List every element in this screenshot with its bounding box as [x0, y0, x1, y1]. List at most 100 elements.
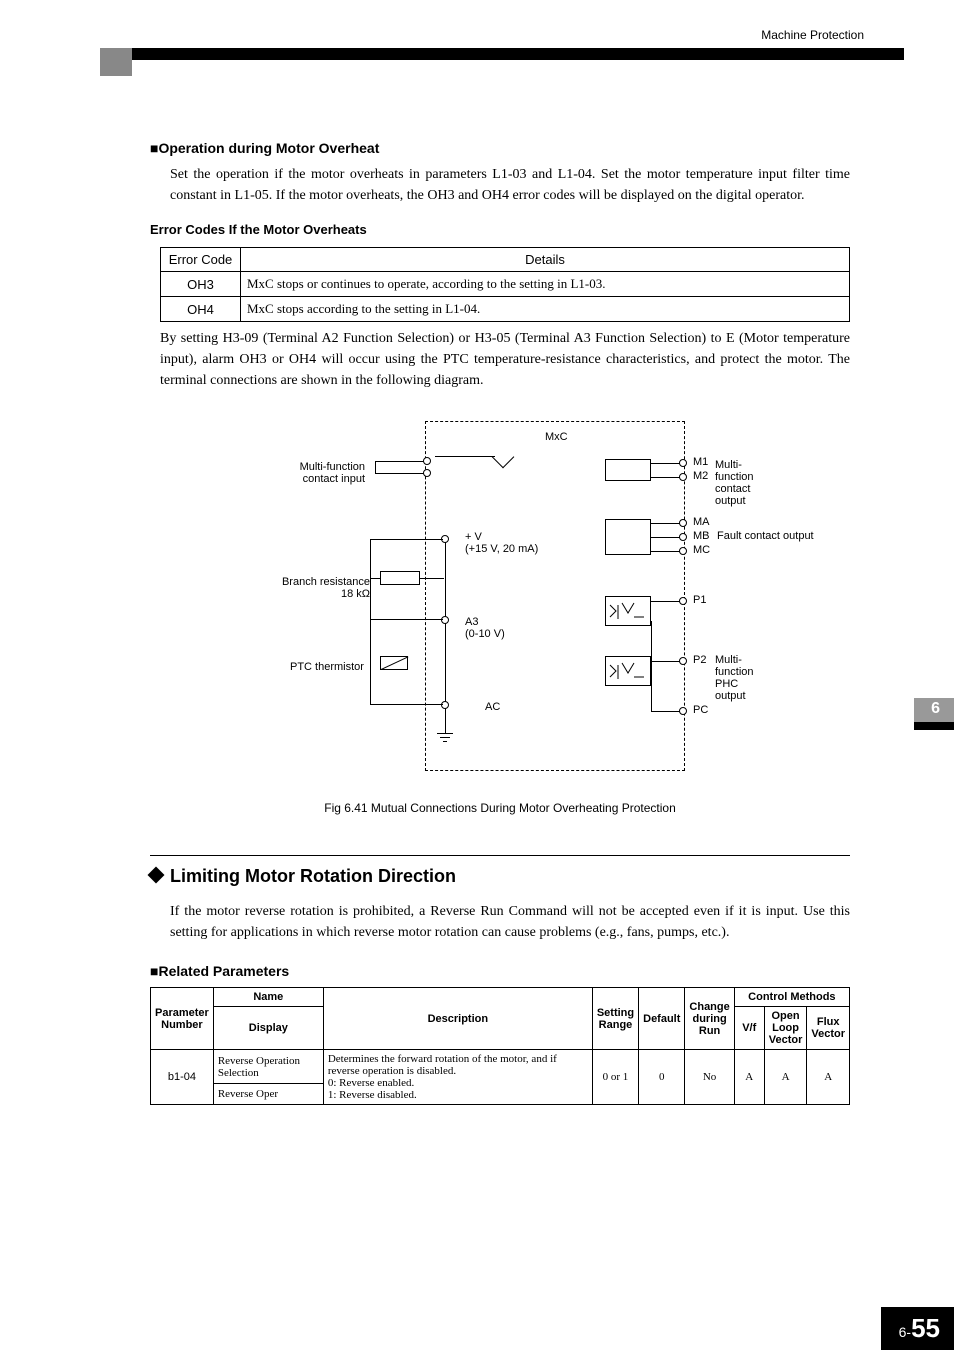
lbl-mc: MC — [693, 544, 710, 556]
error-r2-code: OH4 — [161, 297, 241, 322]
relay-m-box — [605, 459, 651, 481]
mfci-term1 — [423, 457, 431, 465]
td-flux: A — [807, 1050, 850, 1105]
section2-heading-text: Limiting Motor Rotation Direction — [170, 866, 456, 886]
label-a3: A3 (0-10 V) — [465, 616, 505, 640]
th-param-number: Parameter Number — [151, 988, 214, 1050]
diamond-icon — [148, 867, 165, 884]
th-name: Name — [213, 988, 323, 1007]
label-branch: Branch resistance 18 kΩ — [260, 576, 370, 600]
lbl-p1: P1 — [693, 594, 706, 606]
page-number: 6-55 — [881, 1307, 954, 1350]
label-ptc: PTC thermistor — [290, 661, 364, 673]
th-change: Change during Run — [685, 988, 734, 1050]
section2-heading: Limiting Motor Rotation Direction — [150, 866, 850, 887]
lbl-mfphc: Multi-function PHC output — [715, 654, 765, 702]
phc-bus — [651, 621, 652, 711]
error-codes-table: Error Code Details OH3 MxC stops or cont… — [160, 247, 850, 322]
error-th-details: Details — [241, 248, 850, 272]
bot-conn — [370, 704, 443, 705]
td-param: b1-04 — [151, 1050, 214, 1105]
left-bus2 — [370, 539, 371, 705]
section1-para2: By setting H3-09 (Terminal A2 Function S… — [160, 328, 850, 391]
phc2-icon — [606, 657, 652, 687]
wire-m1 — [651, 463, 681, 464]
section1-heading: ■Operation during Motor Overheat — [150, 140, 850, 156]
lbl-mfco: Multi-function contact output — [715, 459, 765, 507]
th-description: Description — [323, 988, 592, 1050]
wiring-diagram: MxC Multi-function contact input + V (+1… — [235, 411, 765, 791]
td-desc: Determines the forward rotation of the m… — [323, 1050, 592, 1105]
th-default: Default — [639, 988, 685, 1050]
term-p1 — [679, 597, 687, 605]
error-r1-details: MxC stops or continues to operate, accor… — [241, 272, 850, 297]
th-display: Display — [213, 1007, 323, 1050]
chapter-tab-number: 6 — [931, 700, 940, 718]
top-bar-tab — [100, 48, 132, 76]
section1-subheading: Error Codes If the Motor Overheats — [150, 222, 850, 237]
wire-m2 — [651, 477, 681, 478]
term-m1 — [679, 459, 687, 467]
section2-para: If the motor reverse rotation is prohibi… — [170, 901, 850, 943]
lbl-m1: M1 — [693, 456, 708, 468]
gnd2 — [440, 737, 450, 738]
term-pc — [679, 707, 687, 715]
lbl-fault: Fault contact output — [717, 530, 814, 542]
chapter-tab: 6 — [914, 698, 954, 746]
wire-top — [435, 456, 495, 457]
td-default: 0 — [639, 1050, 685, 1105]
page-number-prefix: 6- — [899, 1324, 911, 1340]
td-display: Reverse Oper — [213, 1084, 323, 1105]
term-mc — [679, 547, 687, 555]
mid-conn — [370, 619, 443, 620]
term-m2 — [679, 473, 687, 481]
wire-mc — [651, 551, 681, 552]
lbl-pc: PC — [693, 704, 708, 716]
td-vf: A — [734, 1050, 764, 1105]
resistor-box — [380, 571, 420, 585]
lbl-mb: MB — [693, 530, 710, 542]
term-a3 — [441, 616, 449, 624]
res-wire-l — [370, 578, 380, 579]
section2-subheading: ■Related Parameters — [150, 963, 850, 979]
section-divider — [150, 855, 850, 856]
phc1-box — [605, 596, 651, 626]
wire-p1 — [651, 601, 681, 602]
wire-pc — [651, 711, 681, 712]
error-th-code: Error Code — [161, 248, 241, 272]
gnd1 — [437, 733, 453, 734]
wire-ma — [651, 523, 681, 524]
th-vf: V/f — [734, 1007, 764, 1050]
gnd3 — [443, 741, 447, 742]
lbl-m2: M2 — [693, 470, 708, 482]
content-area: ■Operation during Motor Overheat Set the… — [150, 140, 850, 1105]
chapter-tab-black — [914, 722, 954, 730]
lbl-p2: P2 — [693, 654, 706, 666]
th-flux: Flux Vector — [807, 1007, 850, 1050]
res-wire-r — [420, 578, 444, 579]
td-olv: A — [764, 1050, 807, 1105]
relay-fault-box — [605, 519, 651, 555]
label-ac: AC — [485, 701, 500, 713]
error-r1-code: OH3 — [161, 272, 241, 297]
header-section: Machine Protection — [761, 28, 864, 42]
page-number-num: 55 — [911, 1313, 940, 1343]
td-range: 0 or 1 — [592, 1050, 638, 1105]
label-mfci: Multi-function contact input — [285, 461, 365, 485]
mfci-term2 — [423, 469, 431, 477]
mfci-line-shape — [375, 461, 425, 473]
phc1-icon — [606, 597, 652, 627]
th-methods: Control Methods — [734, 988, 849, 1007]
th-range: Setting Range — [592, 988, 638, 1050]
wire-mb — [651, 537, 681, 538]
th-olv: Open Loop Vector — [764, 1007, 807, 1050]
mfci-line2 — [375, 473, 425, 474]
section1-para: Set the operation if the motor overheats… — [170, 164, 850, 206]
term-mb — [679, 533, 687, 541]
td-name: Reverse Operation Selection — [213, 1050, 323, 1084]
top-conn — [370, 539, 443, 540]
top-bar — [100, 48, 904, 60]
error-r2-details: MxC stops according to the setting in L1… — [241, 297, 850, 322]
wire-p2 — [651, 661, 681, 662]
diagram-title: MxC — [545, 431, 568, 443]
